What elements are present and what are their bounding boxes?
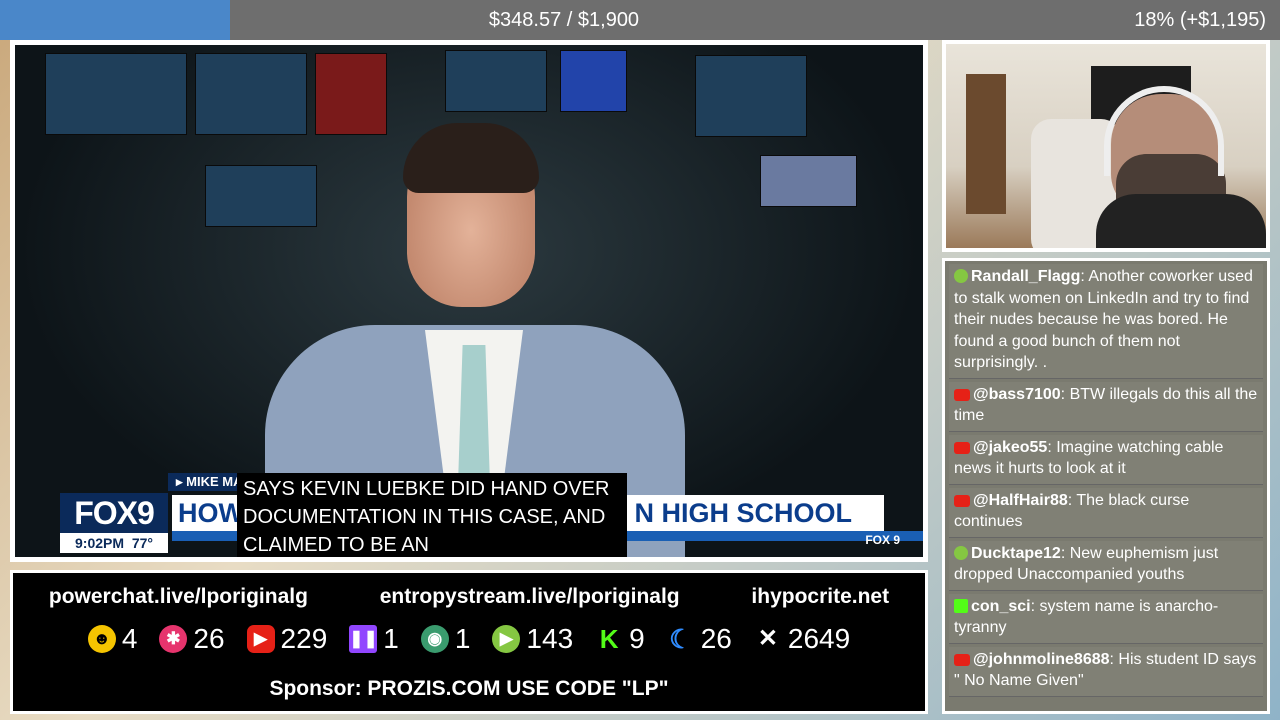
youtube-icon: ▶	[246, 625, 275, 653]
x-icon: ✕	[753, 625, 782, 653]
webcam-frame	[942, 40, 1270, 252]
counter-globe: ◉ 1	[420, 623, 470, 655]
closed-captions: SAYS KEVIN LUEBKE DID HAND OVER DOCUMENT…	[237, 473, 627, 557]
chat-username[interactable]: Ducktape12	[971, 545, 1061, 562]
headline-start: HOW	[178, 498, 244, 528]
chat-message: @jakeo55: Imagine watching cable news it…	[949, 434, 1263, 485]
link-entropystream[interactable]: entropystream.live/lporiginalg	[380, 585, 680, 609]
chat-username[interactable]: @bass7100	[973, 386, 1061, 403]
globe-icon: ◉	[420, 625, 449, 653]
youtube-icon	[954, 653, 970, 666]
rumble-icon: ▶	[492, 625, 521, 653]
goal-percent: 18% (+$1,195)	[1134, 9, 1266, 31]
counter-kick: K 9	[595, 623, 645, 655]
viewer-counters: ☻ 4 ✱ 26 ▶ 229 ❚❚ 1 ◉ 1 ▶ 143 K 9 ☾ 26 ✕…	[13, 623, 925, 655]
chat-message: Randall_Flagg: Another coworker used to …	[949, 264, 1263, 379]
donation-goal-bar: $348.57 / $1,900 18% (+$1,195)	[0, 0, 1280, 40]
rumble-icon	[954, 269, 968, 283]
chat-panel: Randall_Flagg: Another coworker used to …	[942, 258, 1270, 714]
counter-twitch: ❚❚ 1	[349, 623, 399, 654]
chat-username[interactable]: @johnmoline8688	[973, 651, 1110, 668]
caption-line: DOCUMENTATION IN THIS CASE, AND	[243, 506, 606, 528]
temperature: 77°	[131, 535, 153, 551]
chat-message: @johnmoline8688: His student ID says " N…	[949, 646, 1263, 697]
chat-message: Ducktape12: New euphemism just dropped U…	[949, 540, 1263, 591]
chat-message: @bass7100: BTW illegals do this all the …	[949, 381, 1263, 432]
counter-smiley: ☻ 4	[87, 623, 137, 655]
caption-line: SAYS KEVIN LUEBKE DID HAND OVER	[243, 478, 610, 500]
news-video-frame: ▸ MIKE MA FOX9 9:02PM 77° HOW N HIGH SCH…	[10, 40, 928, 562]
chat-username[interactable]: @HalfHair88	[973, 492, 1068, 509]
counter-x: ✕ 2649	[753, 623, 850, 655]
headline-end: N HIGH SCHOOL	[634, 498, 852, 528]
link-powerchat[interactable]: powerchat.live/lporiginalg	[49, 585, 308, 609]
chat-username[interactable]: Randall_Flagg	[971, 268, 1080, 285]
time: 9:02PM	[75, 535, 125, 551]
corner-logo: FOX 9	[865, 533, 900, 547]
counter-rumble-x: ✱ 26	[159, 623, 225, 655]
rumble-x-icon: ✱	[159, 625, 188, 653]
kick-icon: K	[595, 625, 624, 653]
twitch-icon: ❚❚	[349, 625, 378, 653]
goal-amount: $348.57 / $1,900	[488, 9, 640, 31]
webcam-feed	[946, 44, 1266, 248]
chat-message: con_sci: system name is anarcho-tyranny	[949, 593, 1263, 644]
smiley-icon: ☻	[87, 625, 116, 653]
youtube-icon	[954, 441, 970, 454]
chat-message: @HalfHair88: The black curse continues	[949, 487, 1263, 538]
counter-moon: ☾ 26	[666, 623, 732, 655]
moon-icon: ☾	[666, 625, 695, 653]
chat-username[interactable]: @jakeo55	[973, 439, 1047, 456]
link-ihypocrite[interactable]: ihypocrite.net	[751, 585, 889, 609]
kick-icon	[954, 598, 968, 613]
stream-info-bar: powerchat.live/lporiginalg entropystream…	[10, 570, 928, 714]
rumble-icon	[954, 545, 968, 560]
stream-links: powerchat.live/lporiginalg entropystream…	[13, 585, 925, 609]
counter-youtube: ▶ 229	[246, 623, 327, 655]
chat-username[interactable]: con_sci	[971, 598, 1031, 615]
counter-rumble: ▶ 143	[492, 623, 573, 655]
caption-line: CLAIMED TO BE AN	[243, 534, 429, 556]
youtube-icon	[954, 494, 970, 507]
youtube-icon	[954, 388, 970, 401]
news-video: ▸ MIKE MA FOX9 9:02PM 77° HOW N HIGH SCH…	[15, 45, 923, 557]
fox9-logo: FOX9	[60, 493, 168, 533]
time-temp: 9:02PM 77°	[60, 533, 168, 553]
sponsor-text: Sponsor: PROZIS.COM USE CODE "LP"	[269, 677, 669, 700]
